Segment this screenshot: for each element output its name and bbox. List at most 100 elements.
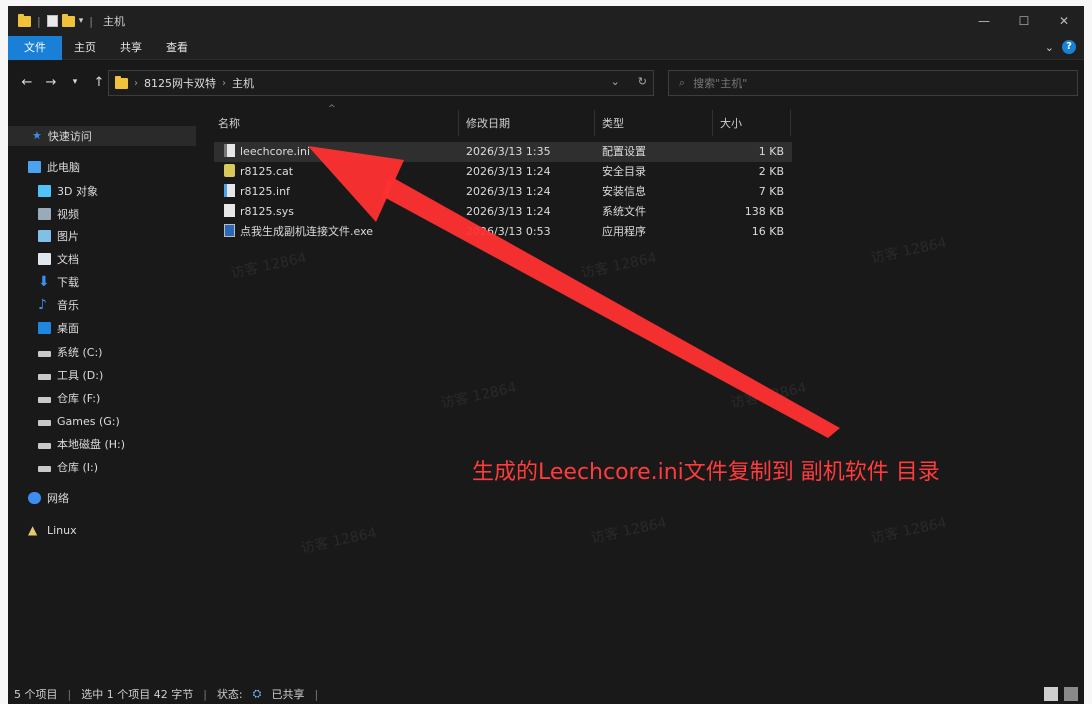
column-divider[interactable] [790, 110, 791, 136]
sidebar-item-pictures[interactable]: 图片 [38, 226, 79, 246]
file-name: r8125.cat [240, 165, 294, 178]
column-header-name[interactable]: 名称 [218, 114, 240, 134]
desktop-icon [38, 322, 51, 334]
sidebar-item-linux[interactable]: ▲ Linux [28, 520, 77, 540]
maximize-button[interactable]: ☐ [1004, 6, 1044, 36]
sidebar-item-drive-d[interactable]: 工具 (D:) [38, 365, 103, 385]
table-row[interactable]: r8125.inf 2026/3/13 1:24 安装信息 7 KB [214, 182, 792, 202]
tab-share[interactable]: 共享 [108, 36, 154, 60]
search-icon: ⌕ [679, 76, 686, 89]
file-size: 1 KB [758, 145, 784, 158]
sidebar-item-drive-c[interactable]: 系统 (C:) [38, 342, 102, 362]
ini-file-icon [224, 144, 235, 157]
star-icon: ★ [32, 129, 42, 142]
column-divider[interactable] [594, 110, 595, 136]
sidebar-item-downloads[interactable]: ⬇ 下载 [38, 272, 79, 292]
selection-info: 选中 1 个项目 42 字节 [81, 688, 194, 701]
breadcrumb-item[interactable]: 8125网卡双特 [144, 75, 216, 91]
column-headers: ^ 名称 修改日期 类型 大小 [200, 104, 1084, 140]
video-icon [38, 208, 51, 220]
file-type: 安装信息 [602, 185, 646, 198]
drive-icon [38, 443, 51, 449]
drive-icon [38, 397, 51, 403]
sidebar-item-videos[interactable]: 视频 [38, 204, 79, 224]
address-row: ← → ▾ ↑ › 8125网卡双特 › 主机 ⌄ ↻ ⌕ 搜索"主机" [8, 60, 1084, 104]
column-header-date[interactable]: 修改日期 [466, 114, 510, 134]
sidebar-item-drive-h[interactable]: 本地磁盘 (H:) [38, 434, 125, 454]
file-size: 2 KB [758, 165, 784, 178]
file-date: 2026/3/13 1:35 [466, 145, 551, 158]
shared-status: 已共享 [271, 688, 305, 701]
tab-home[interactable]: 主页 [62, 36, 108, 60]
state-label: 状态: [216, 688, 243, 701]
file-size: 16 KB [751, 225, 784, 238]
title-bar: | ▾ | 主机 — ☐ ✕ [8, 6, 1084, 36]
column-divider[interactable] [458, 110, 459, 136]
minimize-button[interactable]: — [964, 6, 1004, 36]
up-icon[interactable]: ↑ [88, 75, 110, 90]
column-header-size[interactable]: 大小 [720, 114, 742, 134]
sys-file-icon [224, 204, 235, 217]
file-list: ^ 名称 修改日期 类型 大小 leechcore.ini 2026/3/13 … [200, 104, 1084, 684]
drive-icon [38, 351, 51, 357]
network-icon [28, 492, 41, 504]
documents-icon [38, 253, 51, 265]
forward-icon[interactable]: → [40, 75, 62, 90]
expand-ribbon-icon[interactable]: ⌄ [1045, 41, 1054, 54]
chevron-down-icon[interactable]: ⌄ [611, 75, 620, 88]
ribbon-tabs: 文件 主页 共享 查看 ⌄ ? [8, 35, 1084, 60]
table-row[interactable]: 点我生成副机连接文件.exe 2026/3/13 0:53 应用程序 16 KB [214, 222, 792, 242]
table-row[interactable]: leechcore.ini 2026/3/13 1:35 配置设置 1 KB [214, 142, 792, 162]
tab-view[interactable]: 查看 [154, 36, 200, 60]
file-name: r8125.sys [240, 205, 294, 218]
back-icon[interactable]: ← [16, 75, 38, 90]
file-size: 138 KB [744, 205, 784, 218]
sidebar-item-music[interactable]: ♪ 音乐 [38, 295, 79, 315]
sidebar-item-this-pc[interactable]: 此电脑 [28, 157, 80, 177]
help-icon[interactable]: ? [1062, 40, 1076, 54]
sidebar-item-documents[interactable]: 文档 [38, 249, 79, 269]
folder-icon [115, 75, 128, 89]
file-size: 7 KB [758, 185, 784, 198]
download-icon: ⬇ [38, 274, 50, 290]
column-divider[interactable] [712, 110, 713, 136]
details-view-icon[interactable] [1044, 687, 1058, 701]
chevron-right-icon[interactable]: › [222, 78, 226, 89]
sidebar-item-network[interactable]: 网络 [28, 488, 69, 508]
file-type: 应用程序 [602, 225, 646, 238]
sidebar-item-drive-g[interactable]: Games (G:) [38, 411, 120, 431]
column-header-type[interactable]: 类型 [602, 114, 624, 134]
chevron-right-icon[interactable]: › [134, 78, 138, 89]
properties-icon[interactable] [46, 15, 58, 27]
sidebar-item-desktop[interactable]: 桌面 [38, 318, 79, 338]
explorer-window: | ▾ | 主机 — ☐ ✕ 文件 主页 共享 查看 ⌄ ? ← → ▾ ↑ ›… [8, 6, 1084, 704]
file-type: 系统文件 [602, 205, 646, 218]
breadcrumb-item[interactable]: 主机 [232, 75, 254, 91]
sidebar-item-quick-access[interactable]: ★ 快速访问 [8, 126, 196, 146]
navigation-pane: ★ 快速访问 此电脑 3D 对象 视频 图片 文档 ⬇ 下载 ♪ 音乐 桌面 系… [8, 104, 198, 684]
search-placeholder: 搜索"主机" [693, 77, 748, 90]
inf-file-icon [224, 184, 235, 197]
sidebar-item-drive-f[interactable]: 仓库 (F:) [38, 388, 100, 408]
close-button[interactable]: ✕ [1044, 6, 1084, 36]
window-title: 主机 [102, 15, 125, 28]
file-type: 安全目录 [602, 165, 646, 178]
tab-file[interactable]: 文件 [8, 35, 62, 60]
refresh-icon[interactable]: ↻ [638, 75, 647, 88]
sidebar-item-3d-objects[interactable]: 3D 对象 [38, 181, 98, 201]
file-name: leechcore.ini [240, 145, 311, 158]
sidebar-item-drive-i[interactable]: 仓库 (I:) [38, 457, 98, 477]
table-row[interactable]: r8125.cat 2026/3/13 1:24 安全目录 2 KB [214, 162, 792, 182]
address-bar[interactable]: › 8125网卡双特 › 主机 ⌄ ↻ [108, 70, 654, 96]
recent-dropdown-icon[interactable]: ▾ [64, 77, 86, 87]
drive-icon [38, 374, 51, 380]
file-date: 2026/3/13 1:24 [466, 165, 551, 178]
customize-dropdown-icon[interactable]: ▾ [79, 16, 84, 26]
table-row[interactable]: r8125.sys 2026/3/13 1:24 系统文件 138 KB [214, 202, 792, 222]
pictures-icon [38, 230, 51, 242]
folder-icon[interactable] [18, 13, 31, 27]
search-input[interactable]: ⌕ 搜索"主机" [668, 70, 1078, 96]
linux-icon: ▲ [28, 523, 38, 537]
new-folder-icon[interactable] [61, 13, 75, 27]
large-icons-view-icon[interactable] [1064, 687, 1078, 701]
